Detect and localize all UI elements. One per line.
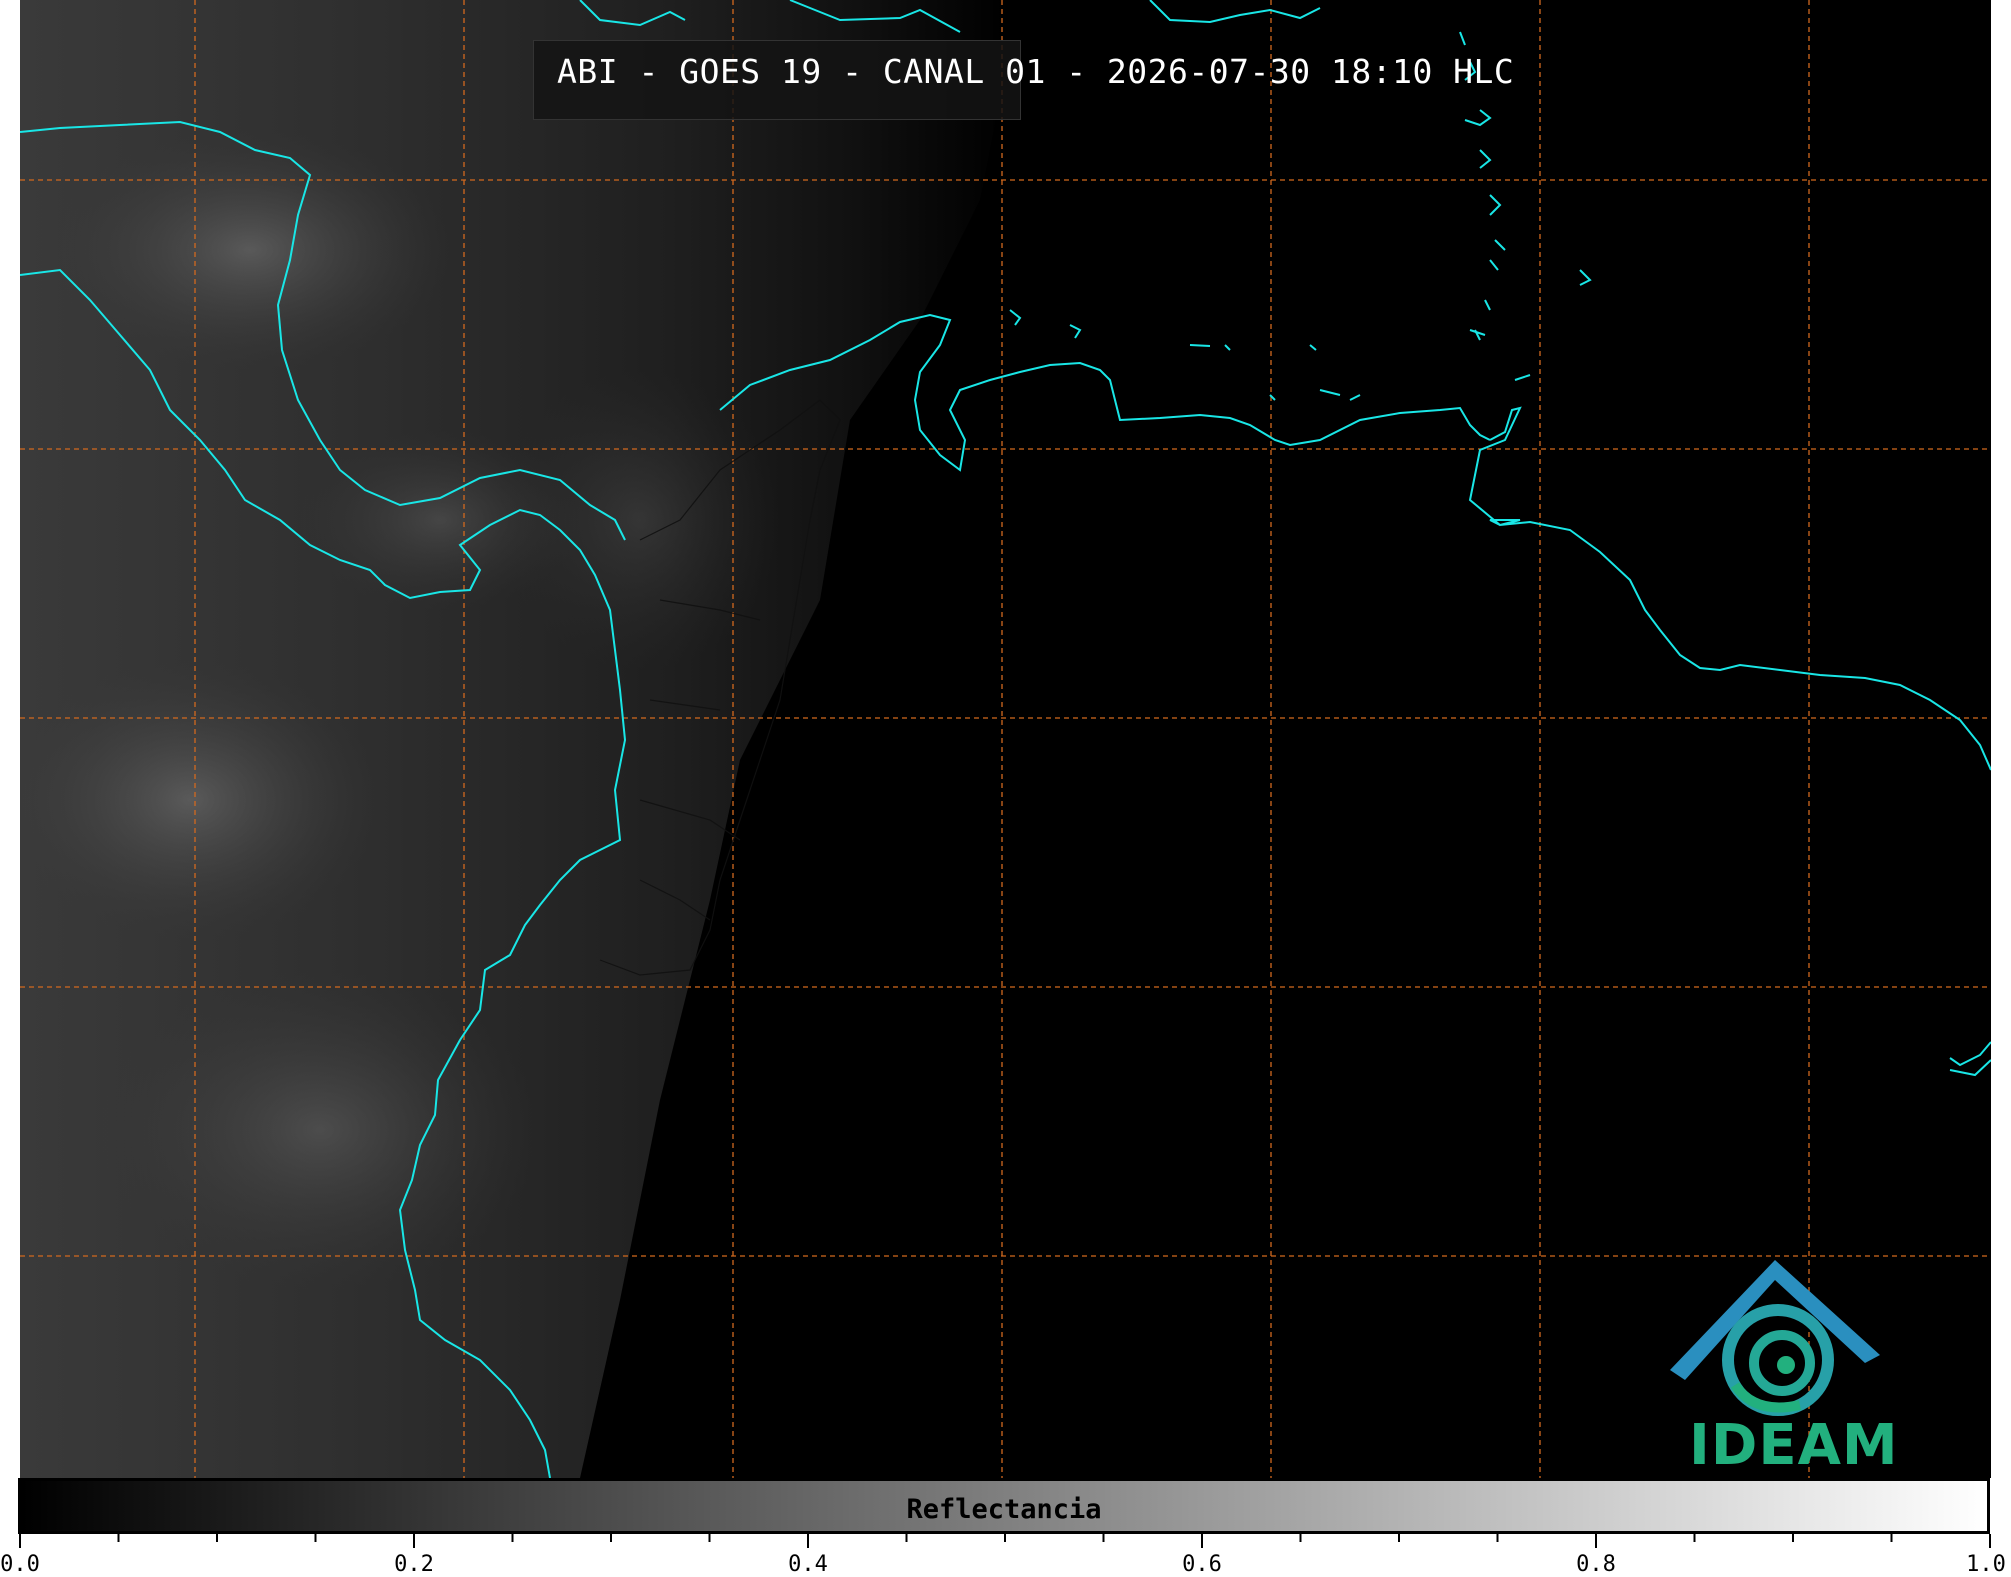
colorbar-tick-label: 0.2	[394, 1552, 434, 1577]
colorbar-label: Reflectancia	[906, 1494, 1102, 1525]
map-title: ABI - GOES 19 - CANAL 01 - 2026-07-30 18…	[557, 52, 1515, 91]
cloud-patch	[50, 130, 450, 370]
cloud-patch	[500, 370, 780, 670]
ideam-logo-text: IDEAM	[1689, 1413, 1899, 1478]
colorbar-tick-label: 0.8	[1576, 1552, 1616, 1577]
colorbar-ticks	[19, 1534, 1991, 1548]
colorbar-tick-label: 0.0	[0, 1552, 40, 1577]
colorbar-tick-label: 1.0	[1966, 1552, 2006, 1577]
colorbar: Reflectancia	[18, 1478, 1990, 1534]
colorbar-tick-label: 0.4	[788, 1552, 828, 1577]
colorbar-tick-label: 0.6	[1182, 1552, 1222, 1577]
